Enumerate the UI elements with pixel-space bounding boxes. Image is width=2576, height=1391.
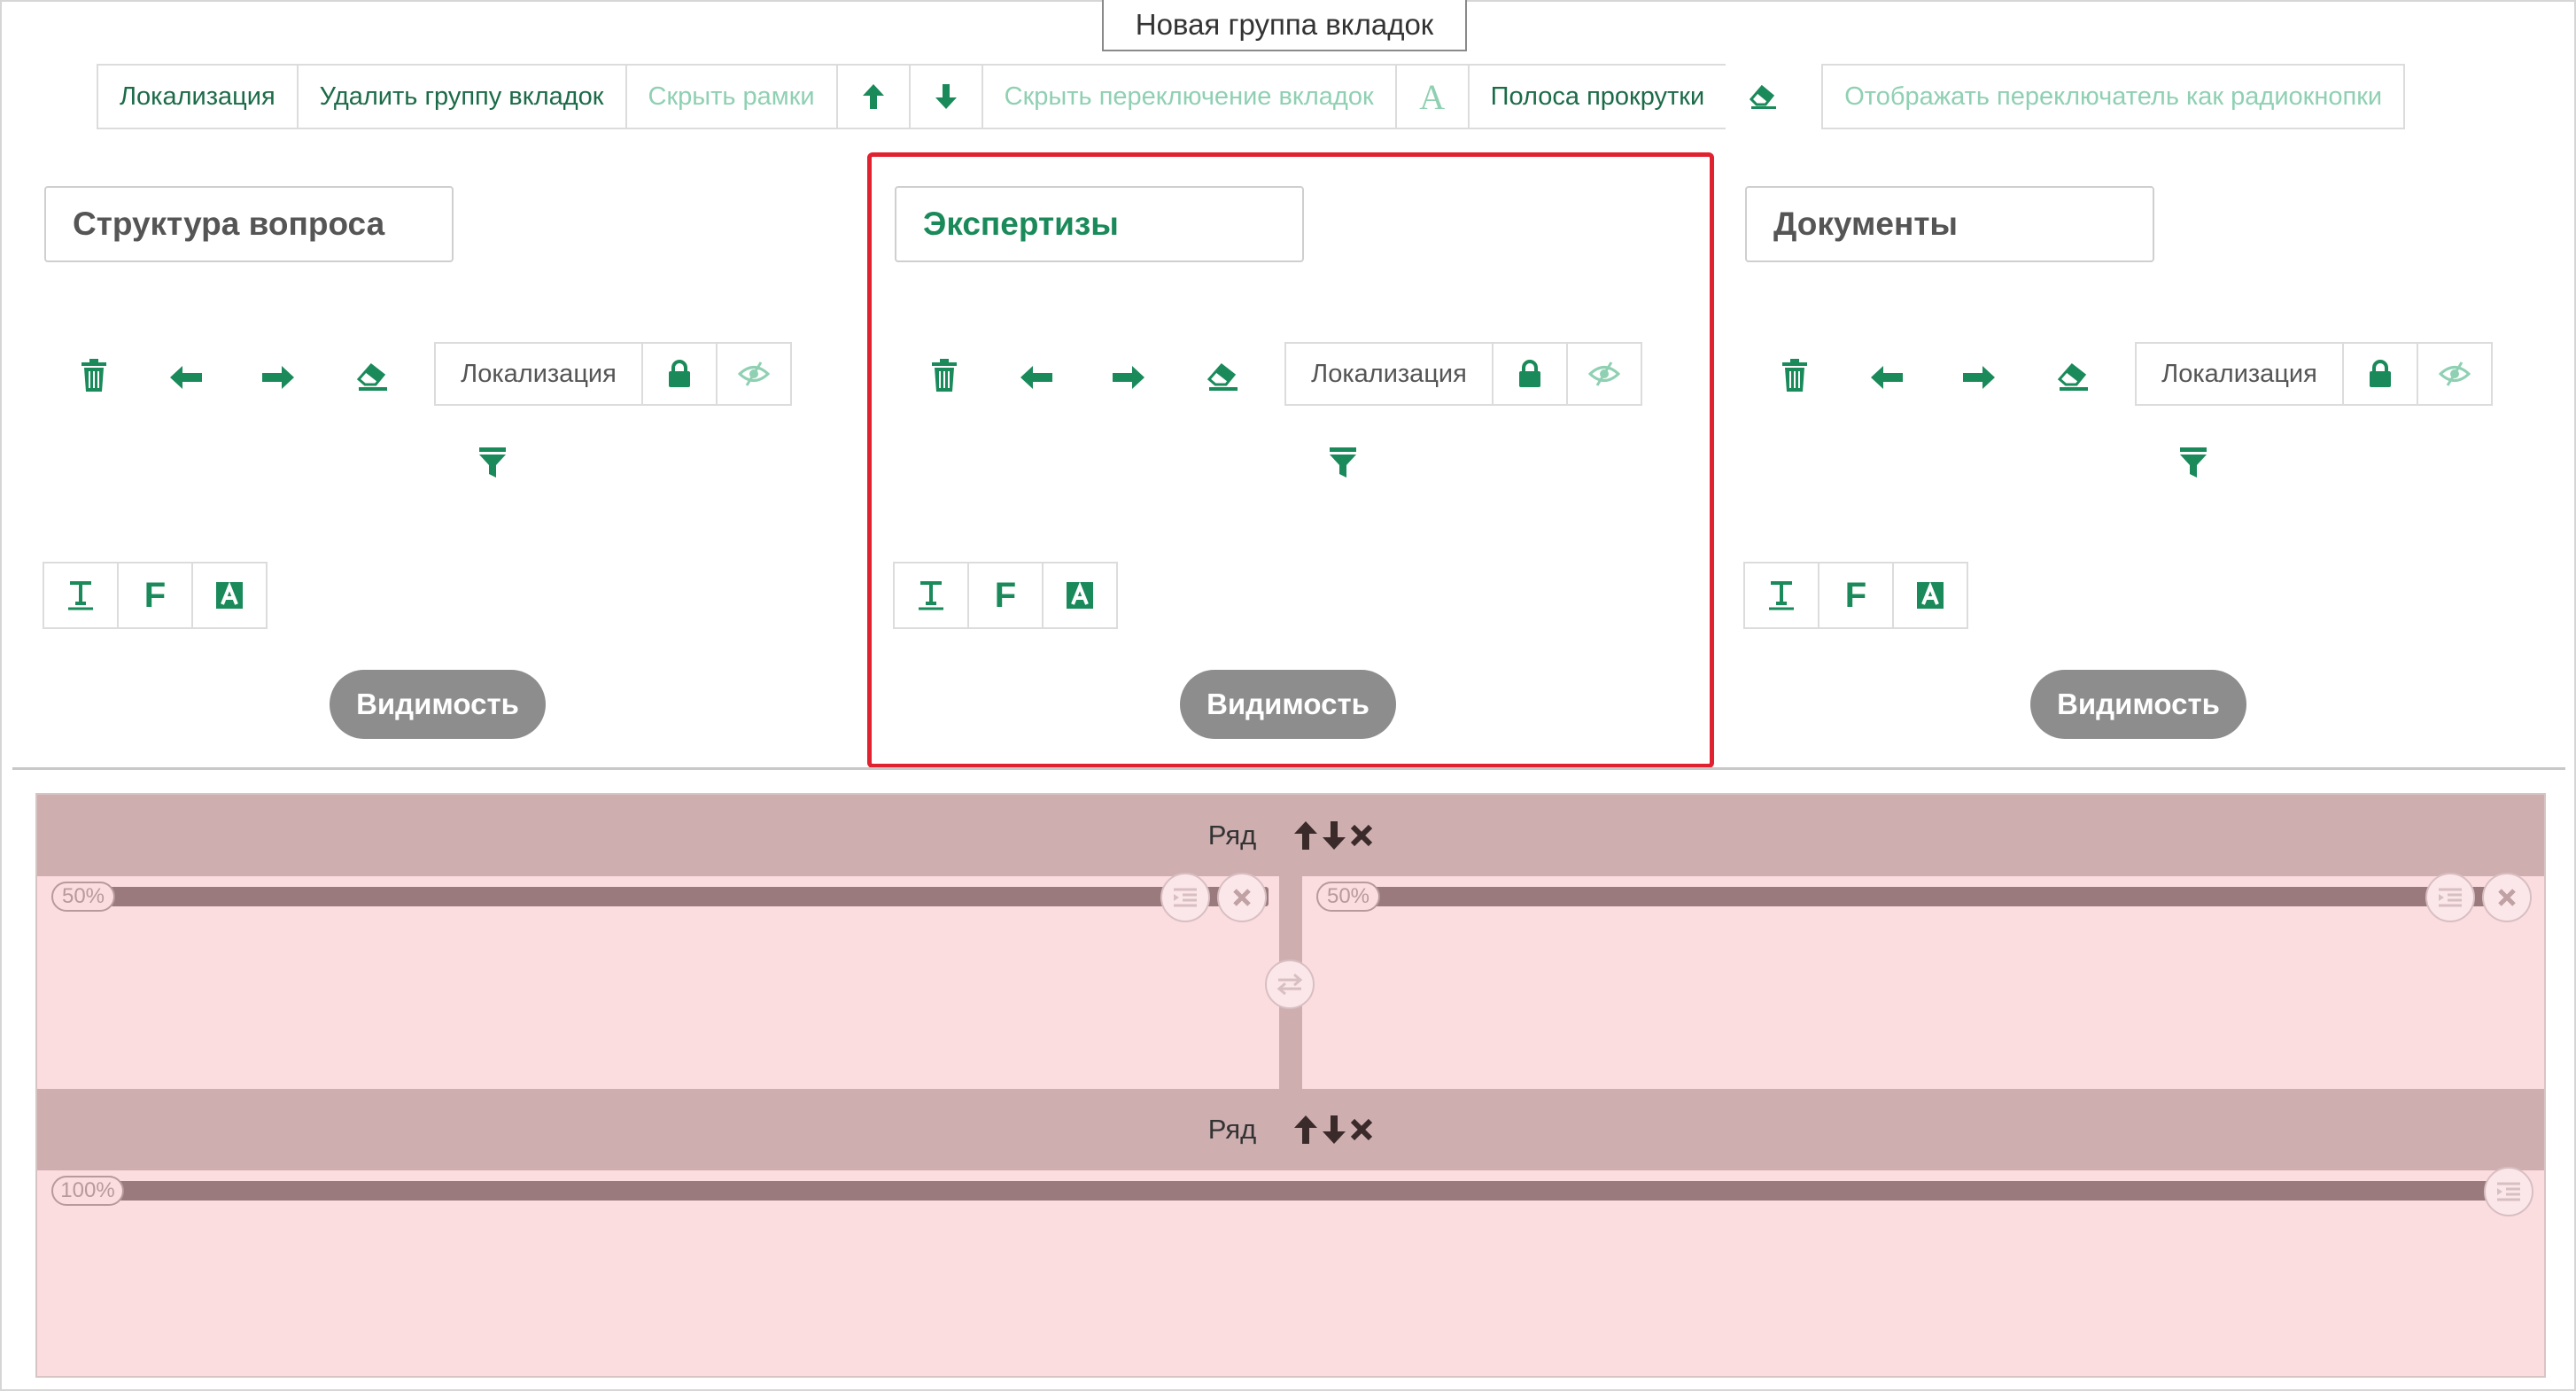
column[interactable]: 50%	[37, 873, 1279, 1089]
arrow-right-icon	[262, 366, 294, 389]
tab-localization-group: Локализация	[434, 342, 792, 406]
eraser-icon	[2057, 362, 2088, 391]
arrow-left-icon	[1871, 366, 1903, 389]
column[interactable]: 100%	[37, 1167, 2544, 1376]
column-width-badge: 50%	[51, 882, 115, 912]
text-format-button[interactable]	[43, 562, 119, 629]
tab-localization-button[interactable]: Локализация	[2135, 342, 2344, 406]
row-move-down-icon[interactable]	[1322, 1115, 1346, 1145]
tab-visibility-toggle[interactable]	[716, 342, 792, 406]
close-icon	[1233, 889, 1251, 906]
column-bar	[1329, 887, 2507, 906]
tab-lock-button[interactable]	[641, 342, 718, 406]
lock-icon	[2370, 360, 2391, 387]
row-body: 100%	[37, 1167, 2544, 1376]
tab-lock-button[interactable]	[2342, 342, 2418, 406]
row-label: Ряд	[1207, 1114, 1257, 1145]
column-delete-button[interactable]	[1217, 873, 1267, 922]
eye-slash-icon	[738, 361, 770, 386]
delete-tab-button[interactable]	[1768, 349, 1821, 402]
tab-format-group: F	[43, 562, 268, 629]
tab-panel: Документы Локализация F Видимость	[1743, 0, 2542, 762]
tab-name-input[interactable]: Структура вопроса	[44, 186, 454, 262]
row-delete-icon[interactable]	[1350, 824, 1373, 847]
tab-panel: Структура вопроса Локализация F Видимост…	[43, 0, 842, 762]
clear-tab-style-button[interactable]	[345, 349, 399, 402]
row-header: Ряд	[37, 795, 2544, 876]
column-settings-button[interactable]	[1160, 873, 1210, 922]
column[interactable]: 50%	[1302, 873, 2544, 1089]
column-bar	[90, 1181, 2518, 1201]
text-color-button[interactable]	[191, 562, 268, 629]
move-tab-left-button[interactable]	[159, 351, 213, 404]
row-move-up-icon[interactable]	[1293, 820, 1318, 851]
eraser-icon	[356, 362, 387, 391]
font-button[interactable]: F	[1818, 562, 1894, 629]
list-indent-icon	[2497, 1182, 2520, 1201]
row-move-up-icon[interactable]	[1293, 1115, 1318, 1145]
row-move-down-icon[interactable]	[1322, 820, 1346, 851]
tab-filter-button[interactable]	[2167, 436, 2220, 489]
column-width-badge: 50%	[1316, 882, 1380, 912]
visibility-button[interactable]: Видимость	[2030, 670, 2246, 739]
column-settings-button[interactable]	[2425, 873, 2475, 922]
row-body: 50% 50%	[37, 873, 2544, 1089]
text-format-button[interactable]	[1743, 562, 1819, 629]
row-header: Ряд	[37, 1089, 2544, 1170]
filter-icon	[479, 447, 506, 478]
text-color-icon	[1917, 581, 1944, 609]
text-underline-icon	[1769, 581, 1794, 610]
row-delete-icon[interactable]	[1350, 1118, 1373, 1141]
text-color-button[interactable]	[1892, 562, 1968, 629]
move-tab-right-button[interactable]	[252, 351, 305, 404]
tab-format-group: F	[1743, 562, 1968, 629]
active-tab-highlight	[867, 152, 1714, 768]
swap-icon	[1276, 973, 1303, 996]
visibility-button[interactable]: Видимость	[330, 670, 546, 739]
trash-icon	[81, 359, 106, 392]
layout-rows-area: Ряд 50% 50% Ряд 100%	[35, 793, 2546, 1378]
arrow-right-icon	[1963, 366, 1995, 389]
column-bar	[81, 887, 1269, 906]
move-tab-left-button[interactable]	[1860, 351, 1913, 404]
move-tab-right-button[interactable]	[1952, 351, 2006, 404]
row-label: Ряд	[1207, 820, 1257, 851]
trash-icon	[1782, 359, 1807, 392]
tab-name-input[interactable]: Документы	[1745, 186, 2154, 262]
tab-filter-button[interactable]	[466, 436, 519, 489]
lock-icon	[669, 360, 690, 387]
column-delete-button[interactable]	[2482, 873, 2532, 922]
arrow-up-icon	[862, 84, 884, 109]
tab-visibility-toggle[interactable]	[2417, 342, 2493, 406]
list-indent-icon	[1174, 888, 1197, 907]
font-button[interactable]: F	[117, 562, 193, 629]
close-icon	[2498, 889, 2516, 906]
column-settings-button[interactable]	[2484, 1167, 2533, 1216]
text-underline-icon	[68, 581, 93, 610]
section-divider	[12, 767, 2565, 770]
filter-icon	[2180, 447, 2207, 478]
tab-localization-button[interactable]: Локализация	[434, 342, 643, 406]
clear-tab-style-button[interactable]	[2046, 349, 2099, 402]
eye-slash-icon	[2439, 361, 2471, 386]
text-color-icon	[216, 581, 243, 609]
column-width-badge: 100%	[51, 1176, 124, 1206]
arrow-left-icon	[170, 366, 202, 389]
delete-tab-button[interactable]	[67, 349, 120, 402]
tab-localization-group: Локализация	[2135, 342, 2493, 406]
list-indent-icon	[2439, 888, 2462, 907]
